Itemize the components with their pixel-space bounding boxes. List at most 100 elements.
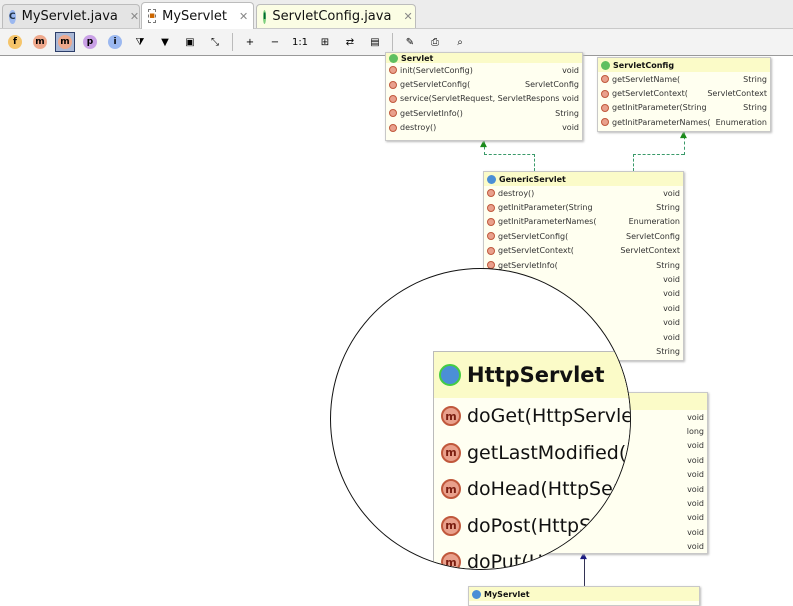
filter-button[interactable]: ▼: [155, 32, 175, 52]
print-preview-button[interactable]: ⌕: [450, 32, 470, 52]
return-type: void: [687, 412, 704, 422]
method-row[interactable]: m getLastModified(: [434, 435, 630, 472]
servlet-class-box[interactable]: Servlet init(ServletConfig) void getServlet…: [385, 52, 583, 141]
method-icon: m: [441, 406, 461, 427]
print-button[interactable]: ⎙: [425, 32, 445, 52]
zoom-out-icon: −: [270, 36, 280, 48]
method-name: doPut(Htt: [467, 551, 558, 570]
inner-classes-icon: i: [108, 35, 122, 49]
method-row[interactable]: getInitParameter(String String: [484, 200, 683, 214]
inner-classes-button[interactable]: i: [105, 32, 125, 52]
method-row[interactable]: getServletConfig( ServletConfig: [386, 77, 582, 91]
method-name: getServletContext(: [612, 89, 688, 99]
servletconfig-class-box[interactable]: ServletConfig getServletName(String getSer…: [597, 57, 771, 132]
method-icon: [601, 89, 609, 98]
return-type: void: [687, 527, 704, 537]
return-type: String: [656, 346, 680, 356]
class-icon: C: [9, 9, 16, 24]
method-icon: m: [441, 442, 461, 463]
close-icon[interactable]: ✕: [239, 10, 248, 23]
method-row[interactable]: destroy() void: [484, 186, 683, 200]
zoom-reset-button[interactable]: 1:1: [290, 32, 310, 52]
properties-button[interactable]: p: [80, 32, 100, 52]
return-type: String: [656, 203, 680, 213]
method-row[interactable]: m doGet(HttpServle: [434, 398, 630, 435]
export-button[interactable]: ✎: [400, 32, 420, 52]
method-row[interactable]: m doPut(Htt: [434, 544, 630, 570]
fields-icon: f: [8, 35, 22, 49]
return-type: ServletContext: [620, 246, 680, 256]
save-button[interactable]: ▤: [365, 32, 385, 52]
editor-tabs: C MyServlet.java ✕ ▪ MyServlet ✕ I ServletCon…: [0, 0, 793, 29]
constructors-button[interactable]: m: [30, 32, 50, 52]
tab-myservlet-diagram[interactable]: ▪ MyServlet ✕: [141, 2, 254, 29]
method-name: getInitParameter(String: [498, 203, 593, 213]
layout-button[interactable]: ⊞: [315, 32, 335, 52]
method-icon: [487, 189, 495, 198]
return-type: ServletConfig: [525, 80, 579, 90]
method-row[interactable]: getServletContext(ServletContext: [484, 244, 683, 258]
tab-myservlet-java[interactable]: C MyServlet.java ✕: [2, 4, 140, 28]
methods-button[interactable]: m: [55, 32, 75, 52]
method-row[interactable]: getInitParameterNames(Enumeration: [484, 215, 683, 229]
abstract-class-icon: [487, 174, 496, 184]
method-name: getServletInfo(: [498, 260, 558, 270]
method-row[interactable]: getInitParameter(String String: [598, 101, 770, 115]
method-row[interactable]: getServletContext( ServletContext: [598, 86, 770, 100]
return-type: ServletContext: [707, 89, 767, 99]
return-type: void: [562, 123, 579, 133]
filter-dependencies-icon: ⧩: [135, 36, 145, 48]
print-icon: ⎙: [431, 36, 439, 48]
return-type: void: [687, 455, 704, 465]
method-name: destroy(): [498, 188, 535, 198]
apply-layout-icon: ⇄: [345, 36, 355, 48]
return-type: Enumeration: [628, 217, 680, 227]
method-icon: m: [441, 515, 461, 536]
method-row[interactable]: getServletInfo(String: [484, 258, 683, 272]
actual-size-button[interactable]: ⤡: [205, 32, 225, 52]
filter-dependencies-button[interactable]: ⧩: [130, 32, 150, 52]
method-icon: m: [441, 552, 461, 569]
method-icon: [389, 66, 397, 75]
method-name: service(ServletRequest, ServletRespons: [400, 94, 560, 104]
return-type: void: [663, 188, 680, 198]
return-type: void: [687, 484, 704, 494]
fit-content-button[interactable]: ▣: [180, 32, 200, 52]
method-name: getServletConfig(: [498, 231, 569, 241]
method-row[interactable]: m doHead(HttpSer: [434, 471, 630, 508]
fields-button[interactable]: f: [5, 32, 25, 52]
zoom-in-button[interactable]: +: [240, 32, 260, 52]
method-row[interactable]: getServletConfig(ServletConfig: [484, 229, 683, 243]
zoom-out-button[interactable]: −: [265, 32, 285, 52]
method-icon: [389, 94, 397, 103]
properties-icon: p: [83, 35, 97, 49]
method-row[interactable]: getInitParameterNames(Enumeration: [598, 115, 770, 129]
return-type: long: [686, 427, 704, 437]
method-row[interactable]: getServletName(String: [598, 72, 770, 86]
method-name: getInitParameterNames(: [612, 117, 711, 127]
return-type: void: [687, 499, 704, 509]
myservlet-class-box[interactable]: MyServlet: [468, 586, 700, 606]
return-type: void: [687, 542, 704, 552]
method-row[interactable]: init(ServletConfig) void: [386, 63, 582, 77]
method-row[interactable]: m doPost(HttpS: [434, 508, 630, 545]
print-preview-icon: ⌕: [457, 36, 463, 48]
method-name: init(ServletConfig): [400, 65, 473, 75]
interface-icon: [389, 53, 398, 63]
magnifier-lens: HttpServlet m doGet(HttpServle m getLastMod…: [330, 268, 631, 570]
return-type: void: [562, 65, 579, 75]
method-name: getServletConfig(: [400, 80, 471, 90]
tab-servletconfig-java[interactable]: I ServletConfig.java ✕: [256, 4, 416, 28]
method-icon: [487, 246, 495, 255]
method-icon: [601, 118, 609, 127]
method-row[interactable]: service(ServletRequest, ServletRespons vo…: [386, 92, 582, 106]
save-icon: ▤: [370, 36, 380, 48]
close-icon[interactable]: ✕: [130, 10, 139, 23]
close-icon[interactable]: ✕: [403, 10, 412, 23]
export-icon: ✎: [405, 36, 415, 48]
apply-layout-button[interactable]: ⇄: [340, 32, 360, 52]
method-row[interactable]: getServletInfo() String: [386, 106, 582, 120]
return-type: void: [663, 275, 680, 285]
method-row[interactable]: destroy() void: [386, 121, 582, 135]
zoom-reset-icon: 1:1: [291, 36, 309, 48]
